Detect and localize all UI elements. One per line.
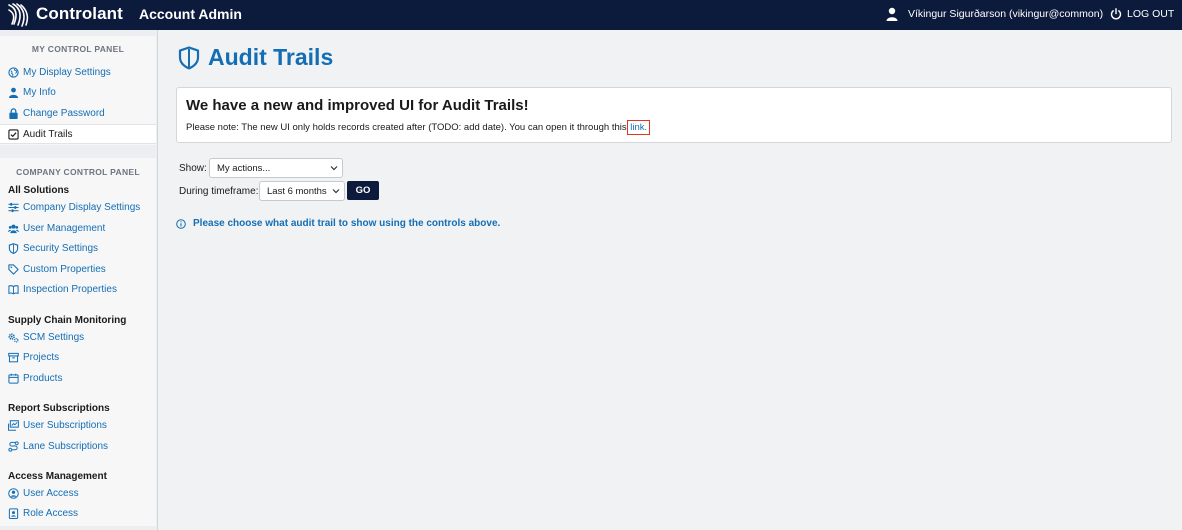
sidebar-item-lane-subscriptions[interactable]: Lane Subscriptions: [0, 436, 156, 456]
sidebar: MY CONTROL PANEL My Display Settings My …: [0, 30, 158, 530]
sidebar-item-label: My Info: [23, 86, 56, 98]
info-icon: [176, 219, 186, 229]
section-title-supply-chain-monitoring: Supply Chain Monitoring: [8, 315, 127, 326]
sidebar-item-scm-settings[interactable]: SCM Settings: [0, 327, 156, 347]
logout-button[interactable]: LOG OUT: [1127, 8, 1174, 20]
my-control-panel: MY CONTROL PANEL My Display Settings My …: [0, 36, 156, 145]
new-ui-link-highlight: link.: [627, 120, 651, 135]
user-name[interactable]: Víkingur Sigurðarson (vikingur@common): [908, 8, 1103, 20]
globe-icon: [8, 66, 19, 78]
brand-name[interactable]: Controlant: [36, 4, 123, 24]
shield-icon: [178, 46, 200, 70]
book-icon: [8, 284, 19, 295]
chart-subscribe-icon: [8, 419, 19, 431]
timeframe-label: During timeframe:: [179, 186, 259, 197]
sidebar-item-label: Change Password: [23, 107, 105, 119]
section-title-access-management: Access Management: [8, 471, 107, 482]
show-label: Show:: [179, 163, 207, 174]
archive-icon: [8, 352, 19, 363]
shield-icon: [8, 242, 19, 254]
sidebar-item-label: Role Access: [23, 507, 79, 519]
sidebar-item-products[interactable]: Products: [0, 368, 156, 388]
chevron-down-icon: [332, 189, 340, 194]
section-title-report-subscriptions: Report Subscriptions: [8, 403, 110, 414]
new-ui-link[interactable]: link: [630, 122, 644, 133]
section-title-all-solutions: All Solutions: [8, 185, 70, 196]
new-ui-notice: We have a new and improved UI for Audit …: [176, 87, 1172, 143]
sidebar-item-projects[interactable]: Projects: [0, 347, 156, 367]
controlant-logo-icon[interactable]: [6, 2, 32, 28]
show-select[interactable]: My actions...: [209, 158, 343, 178]
sidebar-item-label: My Display Settings: [23, 66, 111, 78]
sidebar-item-label: User Access: [23, 487, 79, 499]
sidebar-item-label: Audit Trails: [23, 128, 73, 140]
sidebar-item-label: Custom Properties: [23, 263, 106, 275]
notice-text: Please note: The new UI only holds recor…: [186, 120, 651, 135]
tag-icon: [8, 263, 19, 275]
notice-heading: We have a new and improved UI for Audit …: [186, 97, 529, 114]
timeframe-select-value: Last 6 months: [267, 185, 327, 197]
user-icon: [886, 7, 898, 21]
sidebar-item-label: User Management: [23, 222, 106, 234]
sidebar-item-label: User Subscriptions: [23, 419, 107, 431]
info-message: Please choose what audit trail to show u…: [193, 218, 501, 229]
chevron-down-icon: [330, 166, 338, 171]
calendar-icon: [8, 373, 19, 384]
sidebar-item-label: Inspection Properties: [23, 283, 117, 295]
sidebar-item-label: Products: [23, 372, 63, 384]
power-icon[interactable]: [1110, 8, 1122, 20]
sidebar-item-custom-properties[interactable]: Custom Properties: [0, 259, 156, 279]
sidebar-item-label: Company Display Settings: [23, 201, 141, 213]
notice-text-before: Please note: The new UI only holds recor…: [186, 122, 630, 133]
timeframe-select[interactable]: Last 6 months: [259, 181, 345, 201]
sidebar-item-change-password[interactable]: Change Password: [0, 103, 156, 123]
id-badge-icon: [8, 507, 19, 519]
show-select-value: My actions...: [217, 162, 271, 174]
panel-title: COMPANY CONTROL PANEL: [16, 167, 140, 177]
company-control-panel: COMPANY CONTROL PANEL All Solutions Comp…: [0, 158, 156, 526]
panel-title: MY CONTROL PANEL: [31, 44, 125, 54]
sidebar-item-label: Projects: [23, 351, 60, 363]
sidebar-item-company-display-settings[interactable]: Company Display Settings: [0, 197, 156, 217]
sidebar-item-my-info[interactable]: My Info: [0, 82, 156, 102]
app-title: Account Admin: [139, 6, 242, 22]
sidebar-item-user-management[interactable]: User Management: [0, 218, 156, 238]
sidebar-item-audit-trails[interactable]: Audit Trails: [0, 124, 156, 144]
notice-text-after: .: [644, 122, 648, 133]
go-button[interactable]: GO: [347, 181, 379, 200]
sliders-icon: [8, 202, 19, 213]
top-bar: Controlant Account Admin Víkingur Sigurð…: [0, 0, 1182, 30]
sidebar-item-role-access[interactable]: Role Access: [0, 503, 156, 523]
sidebar-item-user-access[interactable]: User Access: [0, 483, 156, 503]
sidebar-item-label: Security Settings: [23, 242, 99, 254]
user-icon: [8, 87, 19, 98]
page-title: Audit Trails: [208, 44, 334, 70]
sidebar-item-my-display-settings[interactable]: My Display Settings: [0, 62, 156, 82]
lock-icon: [8, 107, 19, 119]
sidebar-item-label: Lane Subscriptions: [23, 440, 109, 452]
sidebar-item-inspection-properties[interactable]: Inspection Properties: [0, 279, 156, 299]
sidebar-item-security-settings[interactable]: Security Settings: [0, 238, 156, 258]
sidebar-item-user-subscriptions[interactable]: User Subscriptions: [0, 415, 156, 435]
checkbox-icon: [8, 128, 19, 140]
users-icon: [8, 223, 19, 234]
sidebar-item-label: SCM Settings: [23, 331, 85, 343]
route-icon: [8, 440, 19, 452]
gears-icon: [8, 332, 19, 343]
user-circle-icon: [8, 487, 19, 499]
